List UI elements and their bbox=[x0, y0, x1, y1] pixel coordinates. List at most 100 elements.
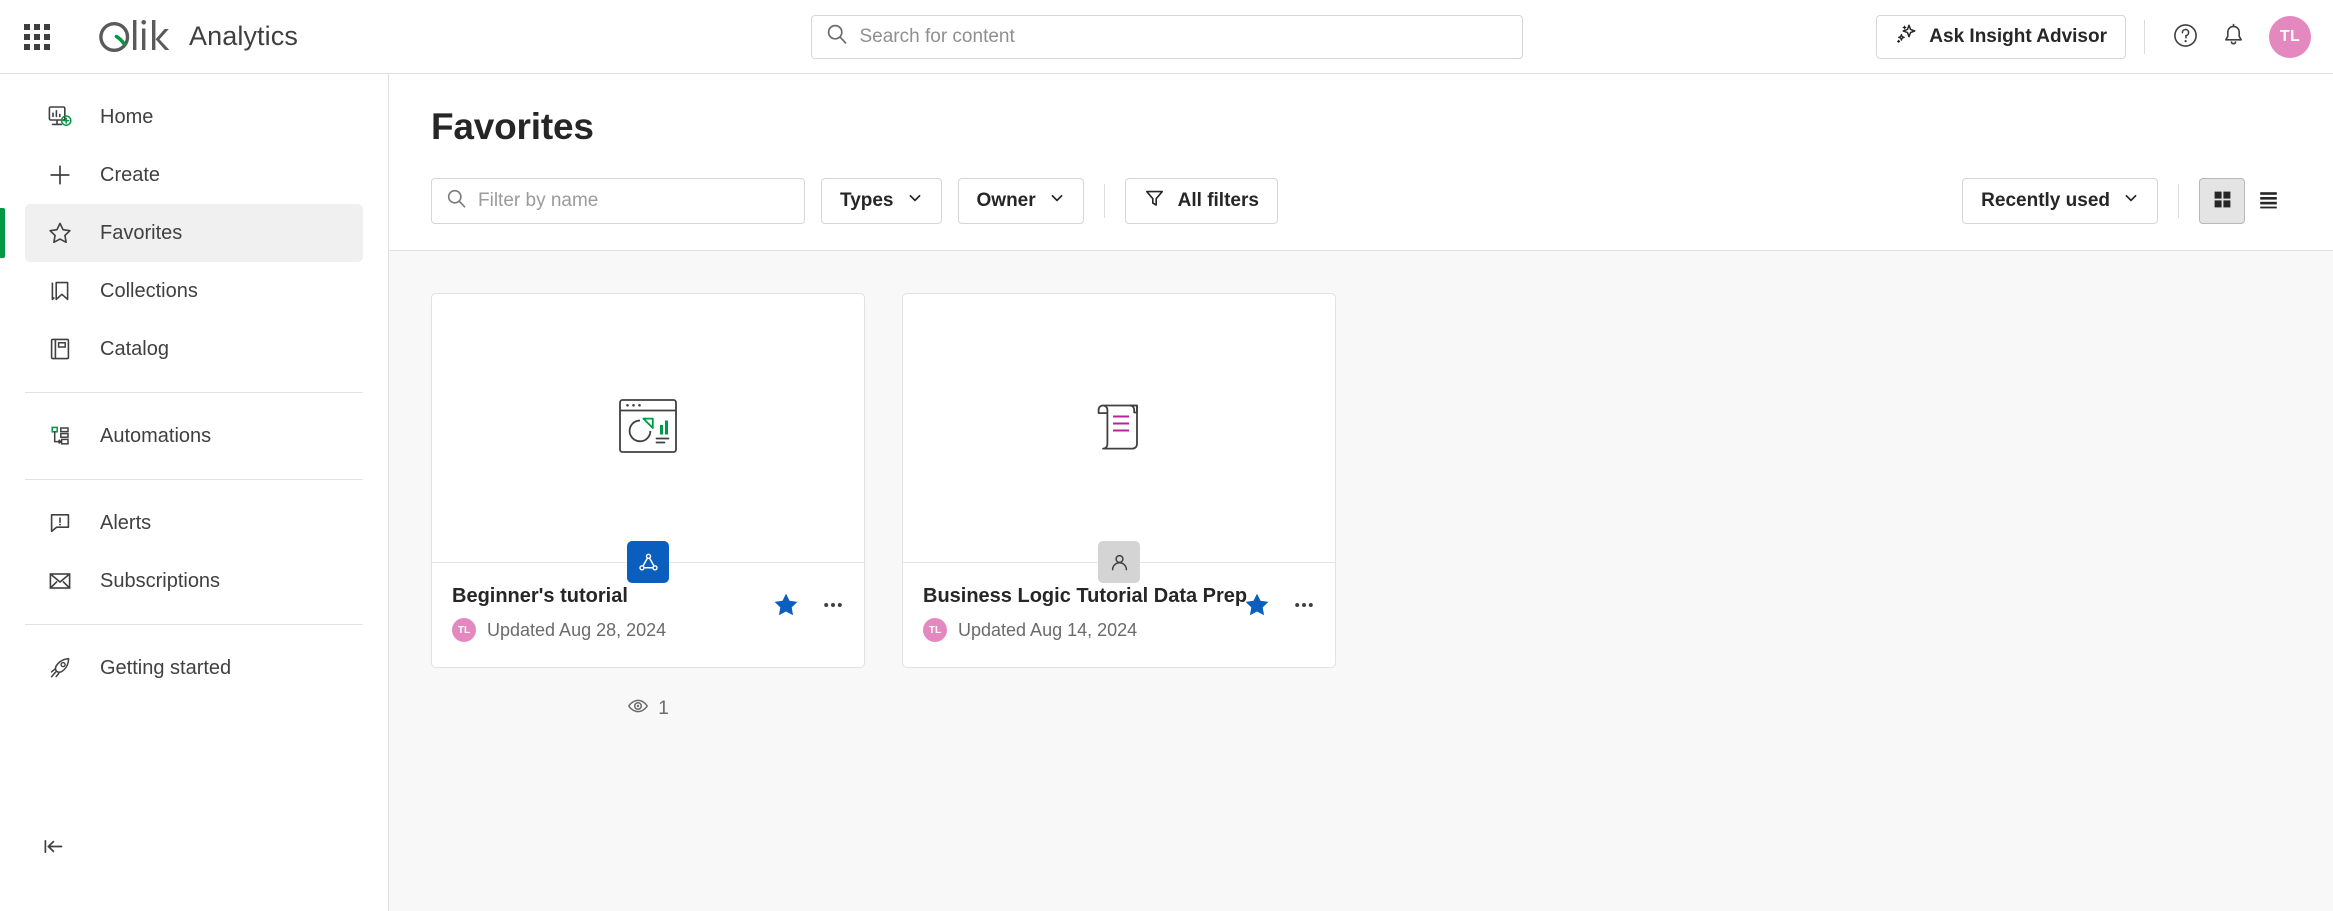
search-input[interactable] bbox=[859, 25, 1508, 48]
sidebar-item-label: Alerts bbox=[100, 511, 152, 534]
card-thumbnail bbox=[432, 294, 864, 583]
content-area: Beginner's tutorial TL Updated Aug 28, 2… bbox=[389, 251, 2333, 911]
card-meta: TL Updated Aug 14, 2024 bbox=[923, 618, 1315, 642]
sidebar-item-label: Home bbox=[100, 105, 154, 128]
sidebar-item-collections[interactable]: Collections bbox=[25, 262, 363, 320]
card-updated-date: Updated Aug 28, 2024 bbox=[487, 619, 667, 640]
card-business-logic-tutorial-data-prep[interactable]: Business Logic Tutorial Data Prep TL Upd… bbox=[902, 293, 1336, 668]
sidebar-item-favorites[interactable]: Favorites bbox=[0, 204, 363, 262]
card-actions bbox=[772, 591, 846, 619]
envelope-icon bbox=[42, 568, 78, 594]
app-launcher-button[interactable] bbox=[13, 13, 61, 61]
sidebar-divider bbox=[25, 624, 363, 625]
global-search-box[interactable] bbox=[810, 14, 1523, 59]
card-title: Beginner's tutorial bbox=[452, 585, 628, 607]
sidebar-item-label: Favorites bbox=[100, 221, 183, 244]
toolbar-right: Recently used bbox=[1962, 178, 2291, 224]
owner-initials: TL bbox=[928, 624, 942, 636]
bell-icon bbox=[2220, 22, 2247, 52]
ask-insight-advisor-button[interactable]: Ask Insight Advisor bbox=[1876, 14, 2126, 59]
sidebar-item-create[interactable]: Create bbox=[25, 146, 363, 204]
sidebar: Home Create Favorites Collections Catalo… bbox=[0, 74, 389, 911]
brand[interactable]: Analytics bbox=[97, 16, 298, 58]
card-actions bbox=[1243, 591, 1317, 619]
card-more-options-icon[interactable] bbox=[1291, 592, 1317, 618]
notifications-button[interactable] bbox=[2211, 15, 2255, 59]
sidebar-item-label: Create bbox=[100, 163, 161, 186]
sidebar-item-label: Catalog bbox=[100, 337, 169, 360]
sidebar-item-catalog[interactable]: Catalog bbox=[25, 320, 363, 378]
sidebar-item-home[interactable]: Home bbox=[25, 88, 363, 146]
list-view-button[interactable] bbox=[2245, 178, 2291, 224]
sidebar-item-label: Automations bbox=[100, 424, 212, 447]
ask-insight-advisor-label: Ask Insight Advisor bbox=[1929, 25, 2107, 47]
owner-label: Owner bbox=[976, 190, 1036, 211]
header-divider bbox=[2144, 19, 2145, 54]
collapse-sidebar-icon bbox=[40, 833, 67, 865]
header-actions: Ask Insight Advisor TL bbox=[1876, 14, 2333, 59]
sidebar-item-label: Collections bbox=[100, 279, 198, 302]
sort-label: Recently used bbox=[1981, 190, 2110, 211]
app-launcher-grid-icon bbox=[24, 23, 50, 50]
global-search bbox=[810, 14, 1523, 59]
plus-icon bbox=[42, 162, 78, 188]
all-filters-button[interactable]: All filters bbox=[1124, 178, 1278, 224]
view-count: 1 bbox=[431, 695, 865, 722]
user-avatar[interactable]: TL bbox=[2269, 15, 2311, 58]
list-view-icon bbox=[2258, 189, 2279, 213]
qlik-logo-icon bbox=[97, 16, 173, 58]
card-thumbnail bbox=[903, 294, 1335, 583]
star-outline-icon bbox=[42, 220, 78, 246]
toolbar-divider bbox=[2178, 184, 2179, 218]
filter-by-name-box[interactable] bbox=[431, 178, 805, 224]
all-filters-label: All filters bbox=[1177, 190, 1259, 211]
owner-initials: TL bbox=[457, 624, 471, 636]
filter-funnel-icon bbox=[1144, 188, 1165, 215]
app-body: Home Create Favorites Collections Catalo… bbox=[0, 74, 2333, 911]
collapse-sidebar-button[interactable] bbox=[27, 823, 79, 875]
page-title: Favorites bbox=[431, 106, 594, 147]
toolbar-divider bbox=[1103, 184, 1105, 218]
alert-bubble-icon bbox=[42, 510, 78, 536]
card-more-options-icon[interactable] bbox=[820, 592, 846, 618]
owner-dropdown[interactable]: Owner bbox=[957, 178, 1084, 224]
view-toggle bbox=[2199, 178, 2291, 224]
card-footer: Beginner's tutorial TL Updated Aug 28, 2… bbox=[432, 563, 864, 667]
avatar-initials: TL bbox=[2279, 27, 2301, 45]
sidebar-divider bbox=[25, 392, 363, 393]
owner-avatar: TL bbox=[923, 618, 947, 642]
sparkle-icon bbox=[1895, 22, 1918, 51]
main-content: Favorites Types bbox=[389, 74, 2333, 911]
home-dashboard-icon bbox=[42, 104, 78, 130]
main-header: Favorites Types bbox=[389, 74, 2333, 250]
card-beginners-tutorial[interactable]: Beginner's tutorial TL Updated Aug 28, 2… bbox=[431, 293, 865, 668]
sidebar-item-automations[interactable]: Automations bbox=[25, 407, 363, 465]
view-count-value: 1 bbox=[658, 697, 669, 719]
grid-view-icon bbox=[2212, 189, 2233, 213]
book-icon bbox=[42, 336, 78, 362]
types-label: Types bbox=[840, 190, 894, 211]
grid-view-button[interactable] bbox=[2199, 178, 2245, 224]
help-button[interactable] bbox=[2163, 15, 2207, 59]
chevron-down-icon bbox=[2123, 190, 2139, 212]
bookmark-icon bbox=[42, 278, 78, 304]
types-dropdown[interactable]: Types bbox=[821, 178, 942, 224]
sidebar-divider bbox=[25, 479, 363, 480]
script-scroll-thumbnail-icon bbox=[1089, 397, 1149, 460]
sidebar-item-getting-started[interactable]: Getting started bbox=[25, 639, 363, 697]
card-footer: Business Logic Tutorial Data Prep TL Upd… bbox=[903, 563, 1335, 667]
chevron-down-icon bbox=[1049, 190, 1065, 212]
help-circle-icon bbox=[2172, 22, 2199, 52]
sidebar-item-alerts[interactable]: Alerts bbox=[25, 494, 363, 552]
favorite-star-icon[interactable] bbox=[1243, 591, 1271, 619]
sidebar-item-subscriptions[interactable]: Subscriptions bbox=[25, 552, 363, 610]
sort-dropdown[interactable]: Recently used bbox=[1962, 178, 2158, 224]
app-chart-thumbnail-icon bbox=[618, 397, 678, 460]
rocket-icon bbox=[42, 655, 78, 681]
favorite-star-icon[interactable] bbox=[772, 591, 800, 619]
search-icon bbox=[826, 23, 848, 50]
filter-by-name-input[interactable] bbox=[478, 190, 790, 212]
card-title: Business Logic Tutorial Data Prep bbox=[923, 585, 1248, 607]
app-header: Analytics Ask Insight Advisor bbox=[0, 0, 2333, 74]
